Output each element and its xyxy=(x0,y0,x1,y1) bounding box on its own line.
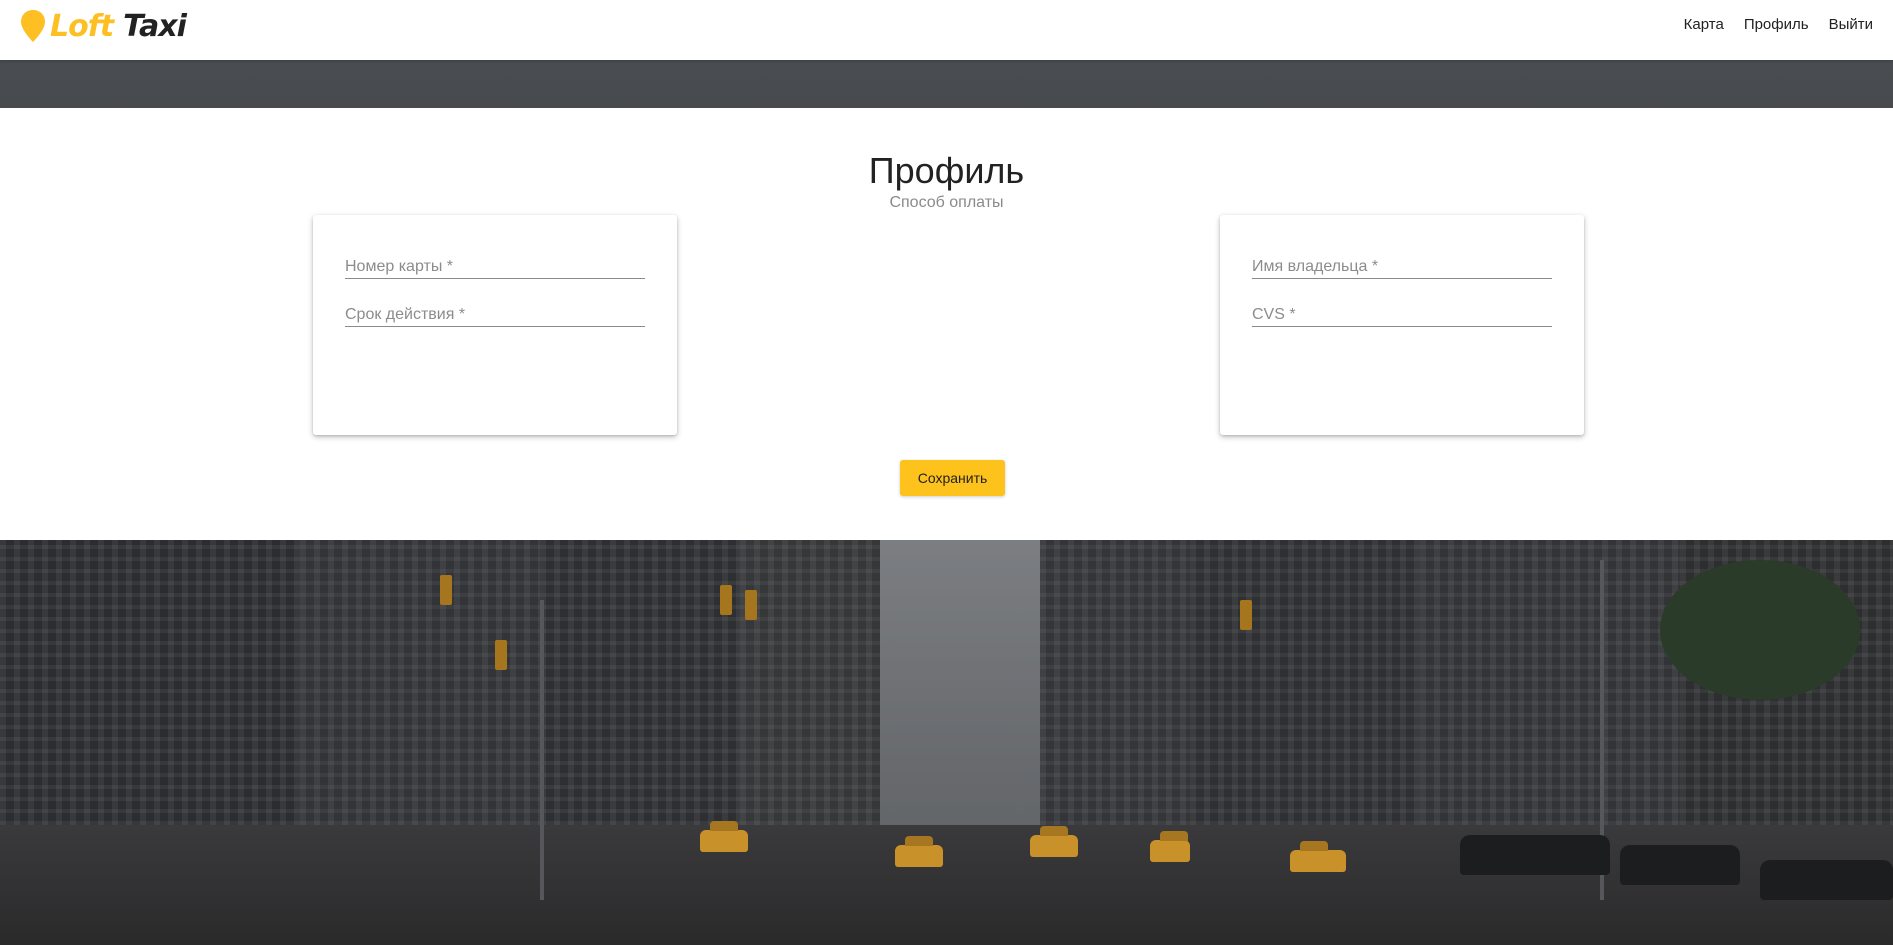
logo-text-taxi: Taxi xyxy=(123,8,187,44)
page-title: Профиль xyxy=(868,150,1025,191)
logo-text-loft: Loft xyxy=(50,8,114,44)
save-button[interactable]: Сохранить xyxy=(900,460,1005,496)
expiry-field xyxy=(345,291,645,327)
main-nav: Карта Профиль Выйти xyxy=(1684,16,1873,33)
card-number-input[interactable] xyxy=(345,243,645,278)
cvs-field xyxy=(1252,291,1552,327)
expiry-date-input[interactable] xyxy=(345,291,645,326)
map-pin-icon xyxy=(20,9,46,43)
nav-link-profile[interactable]: Профиль xyxy=(1744,16,1809,33)
card-details-left xyxy=(313,215,677,435)
profile-panel: Профиль Способ оплаты Сохранить xyxy=(0,108,1893,540)
card-details-right xyxy=(1220,215,1584,435)
card-number-field xyxy=(345,243,645,279)
cvs-input[interactable] xyxy=(1252,291,1552,326)
owner-name-field xyxy=(1252,243,1552,279)
logo[interactable]: Loft Taxi xyxy=(20,6,187,46)
top-navbar: Loft Taxi Карта Профиль Выйти xyxy=(0,0,1893,60)
nav-link-logout[interactable]: Выйти xyxy=(1829,16,1873,33)
page-subtitle: Способ оплаты xyxy=(889,194,1004,211)
owner-name-input[interactable] xyxy=(1252,243,1552,278)
nav-link-map[interactable]: Карта xyxy=(1684,16,1724,33)
